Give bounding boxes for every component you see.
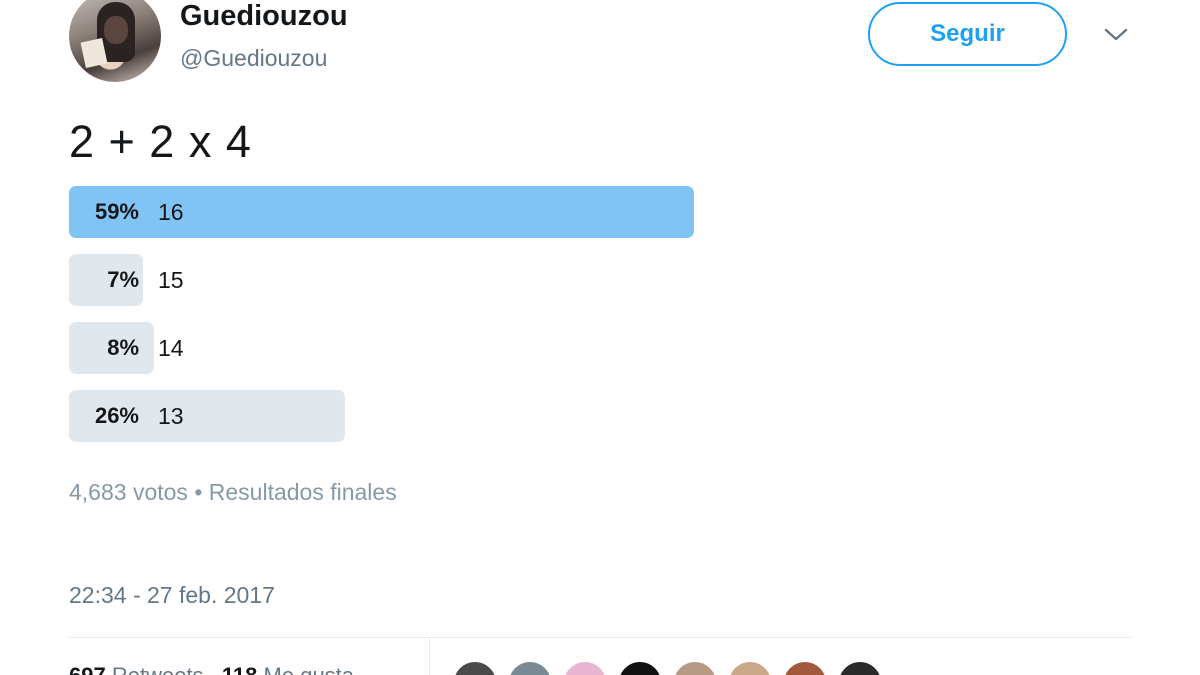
poll-votes: 4,683 votos [69, 479, 188, 505]
poll-option: 7% 15 [69, 254, 869, 306]
poll-option: 59% 16 [69, 186, 869, 238]
poll-status: Resultados finales [208, 479, 397, 505]
poll-percent: 7% [107, 267, 139, 292]
poll-option-label: 15 [158, 267, 184, 293]
poll-meta: 4,683 votos • Resultados finales [69, 479, 397, 506]
stats-divider [429, 638, 430, 675]
chevron-down-icon-svg [1104, 28, 1128, 41]
tweet-text: 2 + 2 x 4 [69, 116, 252, 167]
retweets-label[interactable]: Retweets [112, 663, 204, 675]
chevron-down-icon[interactable] [1103, 25, 1129, 45]
poll-percent: 59% [94, 199, 139, 224]
liker-avatar[interactable] [507, 660, 553, 675]
tweet-timestamp[interactable]: 22:34 - 27 feb. 2017 [69, 582, 275, 609]
poll-percent: 26% [94, 403, 139, 428]
retweets-count[interactable]: 697 [69, 663, 106, 675]
poll-option: 26% 13 [69, 390, 869, 442]
avatar[interactable] [69, 0, 161, 82]
liker-avatar[interactable] [617, 660, 663, 675]
likes-count[interactable]: 118 [222, 663, 258, 675]
liker-avatar[interactable] [727, 660, 773, 675]
tweet-stats: 697 Retweets 118 Me gusta [69, 663, 354, 675]
liker-avatar[interactable] [452, 660, 498, 675]
poll-option: 8% 14 [69, 322, 869, 374]
likes-label[interactable]: Me gusta [264, 663, 355, 675]
avatar-face [104, 16, 128, 44]
liker-avatar[interactable] [782, 660, 828, 675]
poll-option-label: 16 [158, 199, 184, 225]
author-display-name[interactable]: Guediouzou [180, 0, 348, 33]
liker-avatar[interactable] [672, 660, 718, 675]
tweet-page: Guediouzou @Guediouzou Seguir 2 + 2 x 4 … [0, 0, 1200, 675]
poll-percent: 8% [107, 335, 139, 360]
poll-option-label: 13 [158, 403, 184, 429]
poll-option-label: 14 [158, 335, 184, 361]
poll-separator: • [194, 479, 203, 505]
author-handle[interactable]: @Guediouzou [180, 45, 327, 72]
liker-avatar[interactable] [562, 660, 608, 675]
follow-button[interactable]: Seguir [868, 2, 1067, 66]
poll: 59% 16 7% 15 8% 14 26% 13 [69, 186, 869, 458]
divider [69, 637, 1131, 638]
liker-avatar[interactable] [837, 660, 883, 675]
